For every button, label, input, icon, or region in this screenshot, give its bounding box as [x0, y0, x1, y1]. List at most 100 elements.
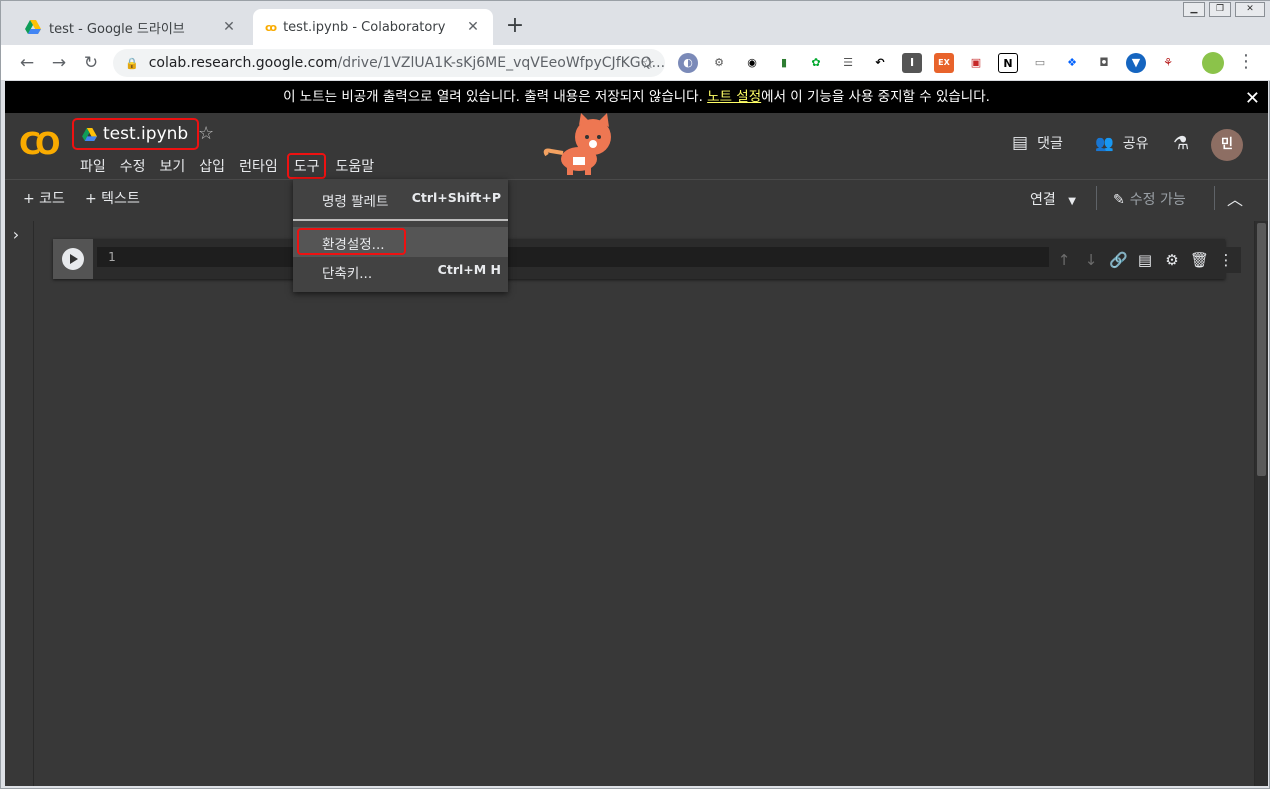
new-tab-button[interactable]: + [503, 14, 527, 38]
code-cell[interactable]: 1 ↑ ↓ 🔗 ▤ ⚙ 🗑 ⋮ [53, 239, 1241, 279]
colab-page: 이 노트는 비공개 출력으로 열려 있습니다. 출력 내용은 저장되지 않습니다… [5, 81, 1268, 786]
tab-colab[interactable]: co test.ipynb - Colaboratory ✕ [253, 9, 493, 45]
arrow-up-icon[interactable]: ↑ [1055, 251, 1073, 269]
browser-toolbar: ← → ↻ 🔒 colab.research.google.com /drive… [1, 45, 1270, 81]
extension-icon[interactable]: ▣ [966, 53, 986, 73]
trash-icon[interactable]: 🗑 [1190, 251, 1209, 269]
link-icon[interactable]: 🔗 [1109, 251, 1128, 269]
close-icon[interactable]: ✕ [465, 19, 481, 35]
notion-icon[interactable]: N [998, 53, 1018, 73]
extension-icon[interactable]: I [902, 53, 922, 73]
extension-icon[interactable]: ▮ [774, 53, 794, 73]
private-output-banner: 이 노트는 비공개 출력으로 열려 있습니다. 출력 내용은 저장되지 않습니다… [5, 81, 1268, 113]
comment-icon[interactable]: ▤ [1136, 251, 1154, 269]
notebook-area: 1 ↑ ↓ 🔗 ▤ ⚙ 🗑 ⋮ [33, 221, 1255, 786]
close-icon[interactable]: ✕ [1245, 83, 1260, 115]
eye-icon[interactable]: ◉ [742, 53, 762, 73]
colab-header: CO test.ipynb ☆ 파일 수정 보기 삽입 런타임 도구 도움말 ▤… [5, 113, 1268, 179]
evernote-icon[interactable]: ✿ [806, 53, 826, 73]
menu-tools[interactable]: 도구 [286, 153, 327, 179]
scrollbar[interactable] [1255, 221, 1268, 786]
menu-insert[interactable]: 삽입 [192, 153, 232, 179]
comment-button[interactable]: ▤ 댓글 [1012, 133, 1063, 153]
camera-icon[interactable]: ◘ [1094, 53, 1114, 73]
cell-actions: ↑ ↓ 🔗 ▤ ⚙ 🗑 ⋮ [1049, 247, 1241, 273]
tab-google-drive[interactable]: test - Google 드라이브 ✕ [13, 9, 249, 45]
back-arrow-icon[interactable]: ← [15, 51, 39, 75]
arrow-down-icon[interactable]: ↓ [1082, 251, 1100, 269]
google-drive-icon [25, 20, 41, 34]
profile-avatar[interactable] [1202, 52, 1224, 74]
extension-icon[interactable]: EX [934, 53, 954, 73]
extension-icon[interactable]: ▭ [1030, 53, 1050, 73]
banner-text: 에서 이 기능을 사용 중지할 수 있습니다. [761, 89, 990, 105]
tools-menu-dropdown: 명령 팔레트 Ctrl+Shift+P 환경설정... 단축키... Ctrl+… [293, 179, 508, 292]
edit-mode-button[interactable]: ✎ 수정 가능 [1113, 189, 1186, 209]
more-vert-icon[interactable]: ⋮ [1237, 51, 1255, 72]
tab-strip: test - Google 드라이브 ✕ co test.ipynb - Col… [1, 1, 1270, 45]
pdf-icon[interactable]: ⚘ [1158, 53, 1178, 73]
notebook-settings-link[interactable]: 노트 설정 [707, 89, 761, 105]
people-icon: 👥 [1095, 134, 1114, 152]
connect-button[interactable]: 연결 ▼ [1030, 189, 1076, 209]
menu-help[interactable]: 도움말 [328, 153, 381, 179]
line-number: 1 [97, 247, 127, 267]
scrollbar-thumb[interactable] [1257, 223, 1266, 476]
menu-item-shortcut: Ctrl+Shift+P [411, 190, 501, 205]
menu-item-label: 단축키... [322, 266, 373, 282]
menu-item-label: 환경설정... [322, 237, 385, 253]
browser-window: test - Google 드라이브 ✕ co test.ipynb - Col… [0, 0, 1270, 789]
close-icon[interactable]: ✕ [221, 19, 237, 35]
gear-extension-icon[interactable]: ⚙ [709, 53, 729, 73]
menu-item-shortcuts[interactable]: 단축키... Ctrl+M H [293, 256, 508, 286]
minimize-button[interactable]: ▁ [1183, 2, 1205, 17]
edit-label: 수정 가능 [1129, 192, 1186, 208]
colab-icon: co [265, 20, 277, 34]
sidebar-expand-icon[interactable]: › [5, 221, 27, 249]
bookmark-icon[interactable]: ▼ [1126, 53, 1146, 73]
colab-logo[interactable]: CO [19, 127, 60, 162]
connect-label: 연결 [1030, 192, 1056, 208]
menu-runtime[interactable]: 런타임 [232, 153, 285, 179]
share-button[interactable]: 👥 공유 [1095, 133, 1148, 153]
menu-item-command-palette[interactable]: 명령 팔레트 Ctrl+Shift+P [293, 184, 508, 214]
divider [1214, 186, 1215, 210]
more-vert-icon[interactable]: ⋮ [1217, 251, 1235, 269]
comment-icon: ▤ [1012, 133, 1029, 153]
chevron-up-icon[interactable]: ︿ [1227, 186, 1243, 210]
maximize-button[interactable]: ❐ [1209, 2, 1231, 17]
bookmark-star-icon[interactable]: ☆ [641, 53, 655, 72]
menu-view[interactable]: 보기 [153, 153, 193, 179]
reply-icon[interactable]: ↶ [870, 53, 890, 73]
banner-text: 이 노트는 비공개 출력으로 열려 있습니다. 출력 내용은 저장되지 않습니다… [283, 89, 708, 105]
menu-file[interactable]: 파일 [73, 153, 113, 179]
reload-icon[interactable]: ↻ [79, 51, 103, 75]
menu-item-label: 명령 팔레트 [322, 194, 389, 210]
dropbox-icon[interactable]: ❖ [1062, 53, 1082, 73]
share-label: 공유 [1122, 136, 1149, 152]
add-text-button[interactable]: + 텍스트 [85, 188, 140, 208]
divider [1096, 186, 1097, 210]
list-icon[interactable]: ☰ [838, 53, 858, 73]
menu-edit[interactable]: 수정 [113, 153, 153, 179]
star-icon[interactable]: ☆ [198, 123, 214, 144]
forward-arrow-icon[interactable]: → [47, 51, 71, 75]
notebook-title-text: test.ipynb [103, 124, 189, 144]
cell-toolbar: + 코드 + 텍스트 연결 ▼ ✎ 수정 가능 ︿ [5, 179, 1268, 215]
tab-title: test - Google 드라이브 [49, 21, 185, 37]
flask-icon[interactable]: ⚗ [1173, 133, 1189, 154]
kitty-mascot-icon [543, 113, 611, 175]
divider [293, 219, 508, 221]
add-code-button[interactable]: + 코드 [23, 188, 65, 208]
pencil-icon: ✎ [1113, 192, 1125, 208]
window-close-button[interactable]: ✕ [1235, 2, 1265, 17]
avatar[interactable]: 민 [1211, 129, 1243, 161]
address-bar[interactable]: 🔒 colab.research.google.com /drive/1VZlU… [113, 49, 665, 77]
gear-icon[interactable]: ⚙ [1163, 251, 1181, 269]
extension-icon[interactable]: ◐ [678, 53, 698, 73]
notebook-title[interactable]: test.ipynb [72, 118, 200, 150]
menu-item-preferences[interactable]: 환경설정... [293, 227, 508, 257]
url-path: /drive/1VZlUA1K-sKj6ME_vqVEeoWfpyCJfKGQ.… [337, 55, 665, 71]
google-drive-icon [82, 127, 97, 141]
run-cell-button[interactable] [53, 239, 93, 279]
